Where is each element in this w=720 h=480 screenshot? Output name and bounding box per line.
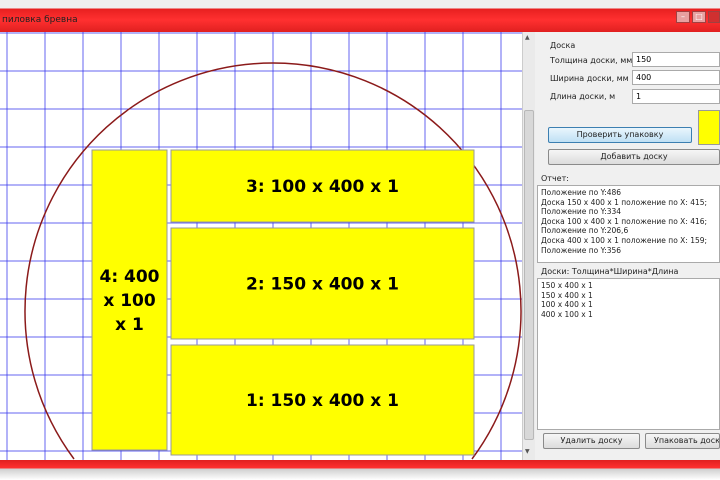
drawing-canvas[interactable]: 4: 400 x 100 x 1 3: 100 x 400 x 1 2: 150 x 4… bbox=[0, 32, 522, 460]
report-line: Доска 150 x 400 x 1 положение по X: 415; bbox=[541, 197, 708, 207]
minimize-button[interactable]: – bbox=[676, 11, 690, 23]
report-label: Отчет: bbox=[541, 174, 569, 183]
report-line: Доска 400 x 100 x 1 положение по X: 159; bbox=[541, 235, 708, 245]
maximize-button[interactable]: □ bbox=[692, 11, 706, 23]
add-board-button[interactable]: Добавить доску bbox=[548, 149, 720, 165]
length-label: Длина доски, м bbox=[550, 92, 616, 101]
width-input[interactable]: 400 bbox=[632, 70, 720, 85]
report-line: Положение по Y:486 bbox=[541, 188, 622, 197]
board-list-item[interactable]: 400 x 100 x 1 bbox=[541, 310, 716, 320]
board-list-item[interactable]: 150 x 400 x 1 bbox=[541, 291, 716, 301]
board-label: x 1 bbox=[115, 315, 144, 335]
report-line: Положение по Y:334 bbox=[541, 207, 622, 217]
close-button[interactable] bbox=[708, 11, 720, 23]
report-line: Положение по Y:356 bbox=[541, 245, 622, 255]
width-label: Ширина доски, мм bbox=[550, 74, 629, 83]
board-list-item[interactable]: 150 x 400 x 1 bbox=[541, 281, 716, 291]
report-line: Доска 100 x 400 x 1 положение по X: 416; bbox=[541, 216, 708, 226]
log-cutting-diagram: 4: 400 x 100 x 1 3: 100 x 400 x 1 2: 150 x 4… bbox=[0, 32, 522, 460]
board-list-item[interactable]: 100 x 400 x 1 bbox=[541, 300, 716, 310]
report-textbox[interactable]: Положение по Y:486 Доска 150 x 400 x 1 по… bbox=[537, 185, 720, 263]
scrollbar-thumb[interactable] bbox=[524, 110, 534, 440]
title-bar: пиловка бревна – □ bbox=[0, 0, 720, 32]
scroll-up-arrow-icon[interactable]: ▲ bbox=[525, 34, 530, 42]
board-label: 2: 150 x 400 x 1 bbox=[246, 275, 399, 295]
control-panel: Доска Толщина доски, мм 150 Ширина доски… bbox=[535, 32, 720, 460]
board-label: 3: 100 x 400 x 1 bbox=[246, 177, 399, 197]
color-swatch[interactable] bbox=[698, 110, 720, 145]
boards-list-label: Доски: Толщина*Ширина*Длина bbox=[541, 267, 679, 276]
scroll-down-arrow-icon[interactable]: ▼ bbox=[525, 448, 530, 456]
window-bottom-border bbox=[0, 460, 720, 480]
board-label: x 100 bbox=[103, 291, 156, 311]
check-packing-button[interactable]: Проверить упаковку bbox=[548, 127, 692, 143]
board-group-label: Доска bbox=[550, 41, 576, 50]
vertical-scrollbar[interactable]: ▲ ▼ bbox=[522, 32, 535, 460]
boards-listbox[interactable]: 150 x 400 x 1 150 x 400 x 1 100 x 400 x 14… bbox=[537, 278, 720, 430]
thickness-label: Толщина доски, мм bbox=[550, 56, 633, 65]
report-line: Положение по Y:206,6 bbox=[541, 226, 629, 236]
window-title: пиловка бревна bbox=[2, 15, 78, 25]
length-input[interactable]: 1 bbox=[632, 89, 720, 104]
pack-boards-button[interactable]: Упаковать доски bbox=[645, 433, 720, 449]
thickness-input[interactable]: 150 bbox=[632, 52, 720, 67]
delete-board-button[interactable]: Удалить доску bbox=[543, 433, 640, 449]
board-label: 4: 400 bbox=[99, 267, 159, 287]
board-label: 1: 150 x 400 x 1 bbox=[246, 391, 399, 411]
